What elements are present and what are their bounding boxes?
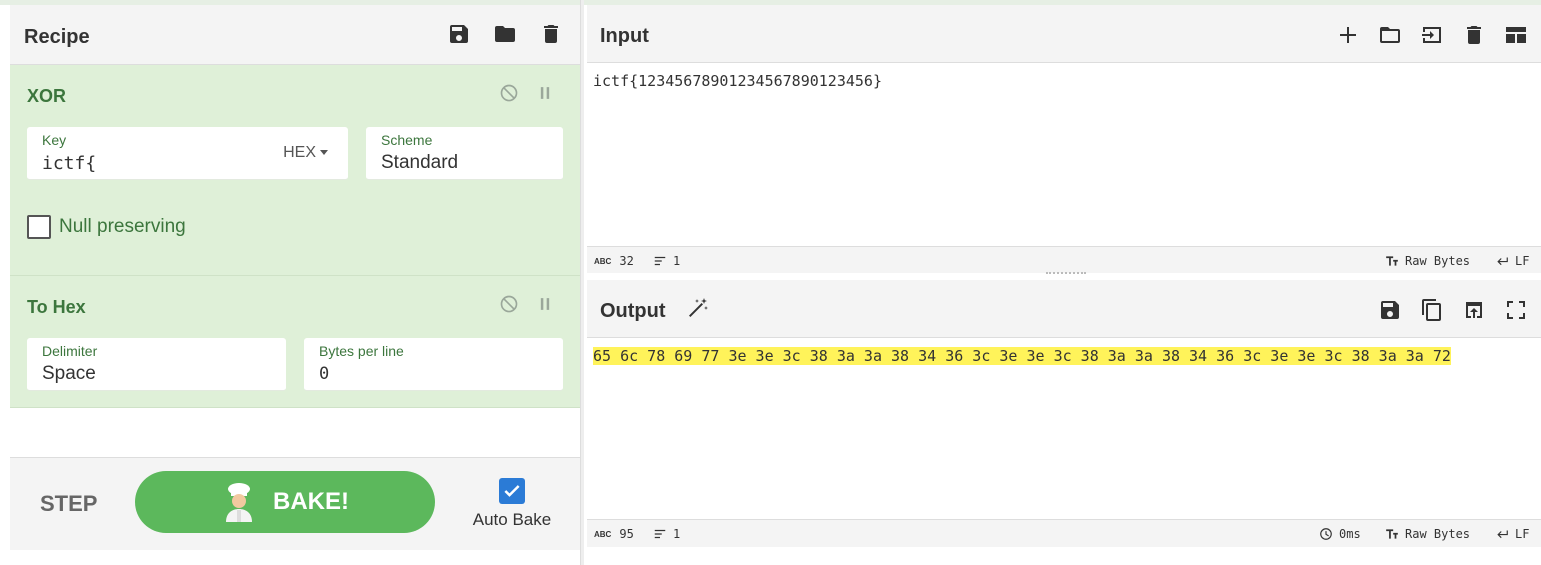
- recipe-controls: STEP BAKE! Auto Bake: [10, 457, 582, 550]
- output-encoding[interactable]: Raw Bytes: [1385, 527, 1470, 541]
- bake-label: BAKE!: [273, 488, 349, 515]
- output-statusbar: ABC 95 1 0ms Raw Bytes LF: [587, 519, 1541, 547]
- bytes-per-line-input[interactable]: 0: [319, 364, 329, 384]
- key-format-dropdown[interactable]: HEX: [283, 144, 328, 162]
- save-output-icon[interactable]: [1377, 297, 1403, 323]
- output-encoding-label: Raw Bytes: [1405, 527, 1471, 541]
- scheme-label: Scheme: [381, 132, 433, 148]
- delimiter-field[interactable]: Delimiter Space: [27, 338, 286, 391]
- input-statusbar: ABC 32 1 Raw Bytes LF: [587, 246, 1541, 273]
- checkmark-icon: [504, 485, 520, 497]
- pause-operation-icon[interactable]: [534, 293, 556, 315]
- input-eol-label: LF: [1515, 254, 1530, 268]
- delimiter-label: Delimiter: [42, 343, 98, 359]
- output-textarea[interactable]: 65 6c 78 69 77 3e 3e 3c 38 3a 3a 38 34 3…: [587, 339, 1541, 519]
- output-lines-stat: 1: [653, 527, 680, 541]
- text-size-icon: [1386, 529, 1398, 539]
- clear-input-trash-icon[interactable]: [1461, 22, 1487, 48]
- pause-operation-icon[interactable]: [534, 82, 556, 104]
- null-preserving-checkbox[interactable]: [27, 215, 51, 239]
- magic-wand-icon[interactable]: [685, 295, 711, 321]
- operation-title-to-hex: To Hex: [27, 297, 86, 317]
- return-arrow-icon: [1497, 257, 1508, 266]
- bytes-per-line-field[interactable]: Bytes per line 0: [304, 338, 563, 391]
- lines-icon: [654, 256, 666, 266]
- copy-output-icon[interactable]: [1419, 297, 1445, 323]
- input-length: 32: [619, 254, 634, 268]
- auto-bake-label: Auto Bake: [472, 510, 552, 529]
- return-arrow-icon: [1497, 530, 1508, 539]
- input-length-stat: ABC 32: [594, 254, 634, 268]
- null-preserving-label: Null preserving: [59, 216, 186, 237]
- recipe-panel: Recipe XOR Key ictf{ HEX Scheme Standard…: [0, 5, 583, 565]
- output-eol-label: LF: [1515, 527, 1530, 541]
- delimiter-value[interactable]: Space: [42, 363, 96, 385]
- column-resize-divider[interactable]: [580, 0, 584, 565]
- disable-operation-icon[interactable]: [498, 293, 520, 315]
- bake-button[interactable]: BAKE!: [135, 471, 435, 533]
- input-encoding-label: Raw Bytes: [1405, 254, 1471, 268]
- abc-icon: ABC: [594, 529, 612, 539]
- input-encoding[interactable]: Raw Bytes: [1385, 254, 1470, 268]
- xor-key-field[interactable]: Key ictf{ HEX: [27, 127, 348, 180]
- output-eol[interactable]: LF: [1495, 527, 1529, 541]
- key-input[interactable]: ictf{: [42, 153, 96, 174]
- output-header: Output: [587, 280, 1541, 338]
- output-text[interactable]: 65 6c 78 69 77 3e 3e 3c 38 3a 3a 38 34 3…: [593, 347, 1451, 365]
- operation-xor: XOR Key ictf{ HEX Scheme Standard Null p…: [10, 65, 582, 276]
- lines-icon: [654, 529, 666, 539]
- caret-down-icon: [320, 150, 328, 156]
- input-text[interactable]: ictf{12345678901234567890123456}: [593, 72, 882, 90]
- scheme-value[interactable]: Standard: [381, 152, 458, 174]
- recipe-title: Recipe: [24, 26, 90, 48]
- input-lines-stat: 1: [653, 254, 680, 268]
- import-input-icon[interactable]: [1419, 22, 1445, 48]
- key-format-label: HEX: [283, 144, 316, 161]
- io-resize-handle[interactable]: [1046, 272, 1086, 276]
- auto-bake-checkbox[interactable]: [499, 478, 525, 504]
- disable-operation-icon[interactable]: [498, 82, 520, 104]
- input-lines: 1: [673, 254, 681, 268]
- recipe-header: Recipe: [10, 5, 582, 65]
- clear-recipe-trash-icon[interactable]: [538, 21, 564, 47]
- step-button[interactable]: STEP: [40, 491, 97, 517]
- xor-scheme-field[interactable]: Scheme Standard: [366, 127, 563, 180]
- input-header: Input: [587, 5, 1541, 63]
- output-title: Output: [600, 300, 666, 322]
- output-time-label: 0ms: [1339, 527, 1361, 541]
- key-label: Key: [42, 132, 67, 148]
- input-eol[interactable]: LF: [1495, 254, 1529, 268]
- replace-input-with-output-icon[interactable]: [1461, 297, 1487, 323]
- abc-icon: ABC: [594, 256, 612, 266]
- output-length: 95: [619, 527, 634, 541]
- input-title: Input: [600, 25, 649, 47]
- open-file-folder-icon[interactable]: [1377, 22, 1403, 48]
- null-preserving-option[interactable]: Null preserving: [27, 215, 186, 239]
- output-bake-time: 0ms: [1319, 527, 1361, 541]
- text-size-icon: [1386, 256, 1398, 266]
- bytes-per-line-label: Bytes per line: [319, 343, 404, 359]
- save-recipe-icon[interactable]: [446, 21, 472, 47]
- maximize-output-icon[interactable]: [1503, 297, 1529, 323]
- operation-to-hex: To Hex Delimiter Space Bytes per line 0: [10, 276, 582, 408]
- auto-bake-option[interactable]: Auto Bake: [472, 478, 552, 530]
- chef-icon: [221, 482, 257, 522]
- clock-icon: [1320, 528, 1332, 540]
- output-length-stat: ABC 95: [594, 527, 634, 541]
- add-tab-plus-icon[interactable]: [1335, 22, 1361, 48]
- output-lines: 1: [673, 527, 681, 541]
- operation-title-xor: XOR: [27, 86, 67, 106]
- load-recipe-folder-icon[interactable]: [492, 21, 518, 47]
- layout-toggle-icon[interactable]: [1503, 22, 1529, 48]
- input-textarea[interactable]: ictf{12345678901234567890123456}: [587, 64, 1541, 246]
